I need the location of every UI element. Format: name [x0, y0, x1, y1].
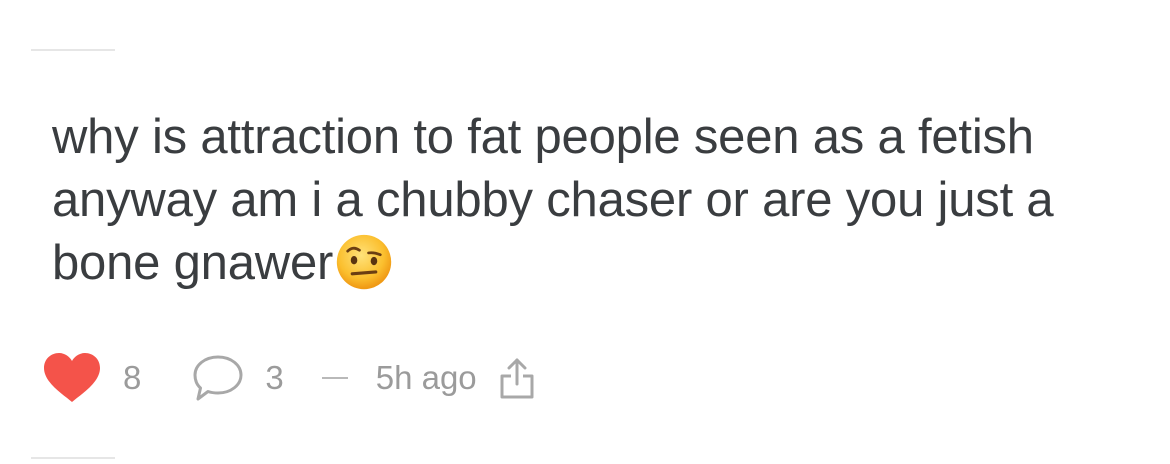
- comment-button[interactable]: [191, 353, 245, 403]
- post-text: why is attraction to fat people seen as …: [52, 110, 1054, 290]
- speech-bubble-icon: [193, 355, 243, 401]
- separator-dash: [321, 377, 348, 379]
- share-icon: [500, 358, 534, 399]
- raised-eyebrow-emoji-icon: [336, 234, 392, 290]
- top-divider: [31, 49, 115, 51]
- comment-count: 3: [265, 359, 284, 396]
- post-actions-bar: 8 3 5h ago: [42, 349, 535, 407]
- bottom-divider: [31, 457, 115, 459]
- like-button[interactable]: [42, 352, 102, 404]
- like-count: 8: [123, 359, 142, 396]
- post-timestamp: 5h ago: [375, 359, 477, 396]
- heart-icon: [44, 353, 100, 402]
- share-button[interactable]: [499, 356, 535, 400]
- post-body: why is attraction to fat people seen as …: [52, 106, 1112, 295]
